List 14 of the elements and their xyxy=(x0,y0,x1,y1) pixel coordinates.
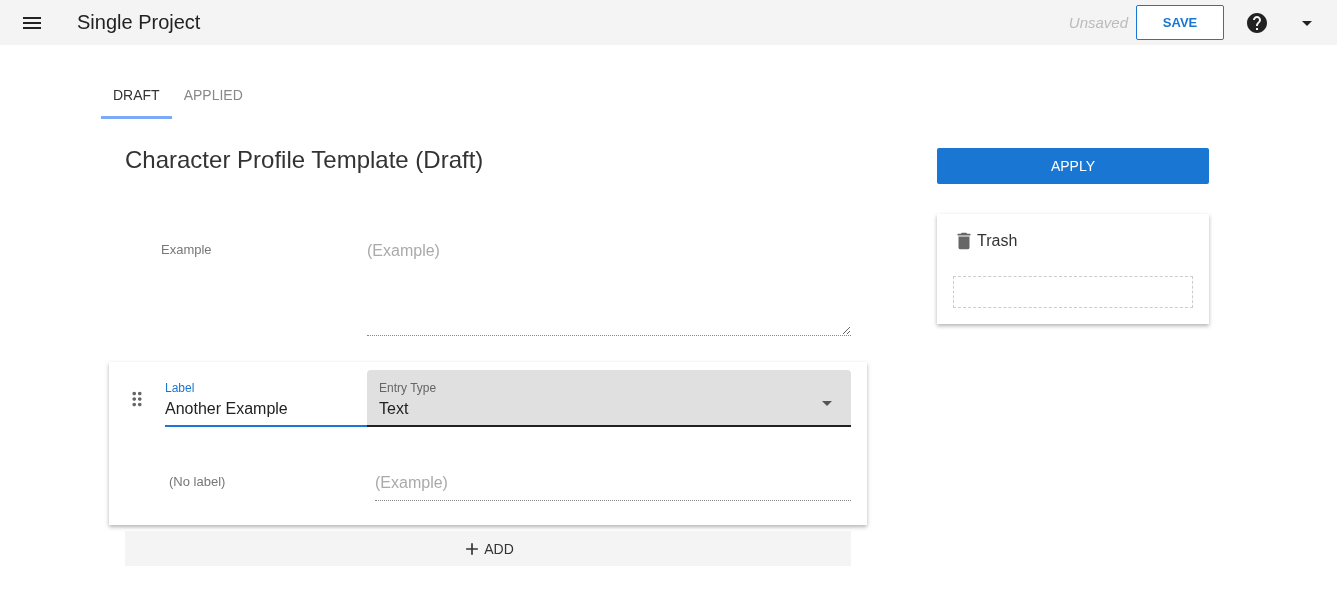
trash-title: Trash xyxy=(977,232,1018,250)
tab[interactable]: APPLIED xyxy=(171,75,255,119)
tab[interactable]: DRAFT xyxy=(101,75,172,119)
apply-button[interactable]: APPLY xyxy=(937,148,1209,184)
entry-label: Example xyxy=(161,241,213,259)
save-button[interactable]: SAVE xyxy=(1136,5,1224,40)
template-title: Character Profile Template (Draft) xyxy=(125,146,485,174)
app-title: Single Project xyxy=(77,11,201,34)
save-status: Unsaved xyxy=(1068,14,1128,31)
entry-label: (No label) xyxy=(169,473,227,491)
caret-icon xyxy=(822,400,832,406)
entry-type-select[interactable]: Entry Type Text xyxy=(367,370,851,427)
help-icon[interactable] xyxy=(1245,10,1269,35)
add-button[interactable]: ADD xyxy=(125,531,851,566)
